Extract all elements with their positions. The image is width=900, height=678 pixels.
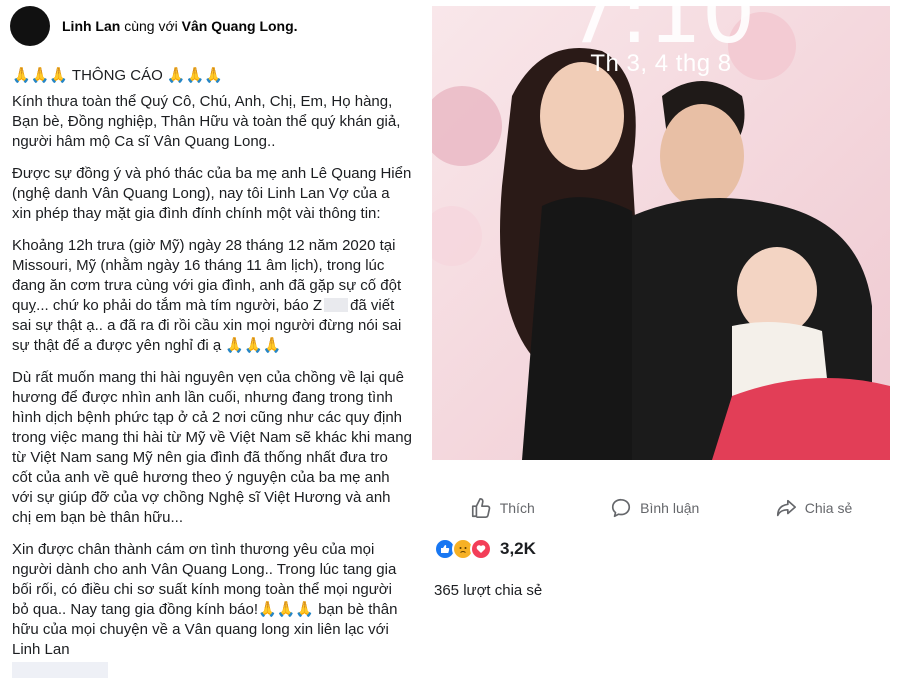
family-photo[interactable]: 7:10 Th 3, 4 thg 8 [432,6,890,460]
post-header: Linh Lan cùng với Vân Quang Long. [10,6,298,46]
post-actions-bar: Thích Bình luận Chia sẻ [432,488,890,528]
post-text-panel: Linh Lan cùng với Vân Quang Long. 🙏🙏🙏 TH… [0,0,421,678]
tagged-name[interactable]: Vân Quang Long. [182,18,298,34]
thumbs-up-icon [471,498,491,518]
post-paragraph-5-text: Xin được chân thành cám ơn tình thương y… [12,541,398,658]
post-paragraph-3: Khoảng 12h trưa (giờ Mỹ) ngày 28 tháng 1… [12,236,412,356]
like-button[interactable]: Thích [470,497,535,519]
post-paragraph-2: Được sự đồng ý và phó thác của ba mẹ anh… [12,165,412,222]
post-paragraph-4: Dù rất muốn mang thi hài nguyên vẹn của … [12,369,412,526]
like-label: Thích [499,500,535,516]
share-icon [776,499,796,517]
love-reaction-icon [470,538,492,560]
share-button[interactable]: Chia sẻ [775,497,852,519]
comment-label: Bình luận [640,500,700,516]
reaction-count: 3,2K [500,539,536,558]
post-author-line: Linh Lan cùng với Vân Quang Long. [62,18,298,34]
post-paragraph-1: Kính thưa toàn thể Quý Cô, Chú, Anh, Chị… [12,93,401,150]
lockscreen-date: Th 3, 4 thg 8 [590,50,732,77]
author-name[interactable]: Linh Lan [62,18,120,34]
post-body: 🙏🙏🙏 THÔNG CÁO 🙏🙏🙏 Kính thưa toàn thể Quý… [12,66,412,678]
reaction-summary[interactable]: 3,2K [434,538,536,560]
comment-icon [612,498,631,518]
post-title: 🙏🙏🙏 THÔNG CÁO 🙏🙏🙏 [12,67,223,84]
with-label: cùng với [124,18,178,34]
redacted-name [324,298,349,312]
post-paragraph-5: Xin được chân thành cám ơn tình thương y… [12,540,412,678]
redacted-contact [12,662,108,678]
author-avatar[interactable] [10,6,50,46]
post-media-panel: 7:10 Th 3, 4 thg 8 Thích Bình luận Chia … [420,0,900,612]
share-label: Chia sẻ [804,500,853,516]
share-count[interactable]: 365 lượt chia sẻ [434,582,542,599]
comment-button[interactable]: Bình luận [610,497,699,519]
